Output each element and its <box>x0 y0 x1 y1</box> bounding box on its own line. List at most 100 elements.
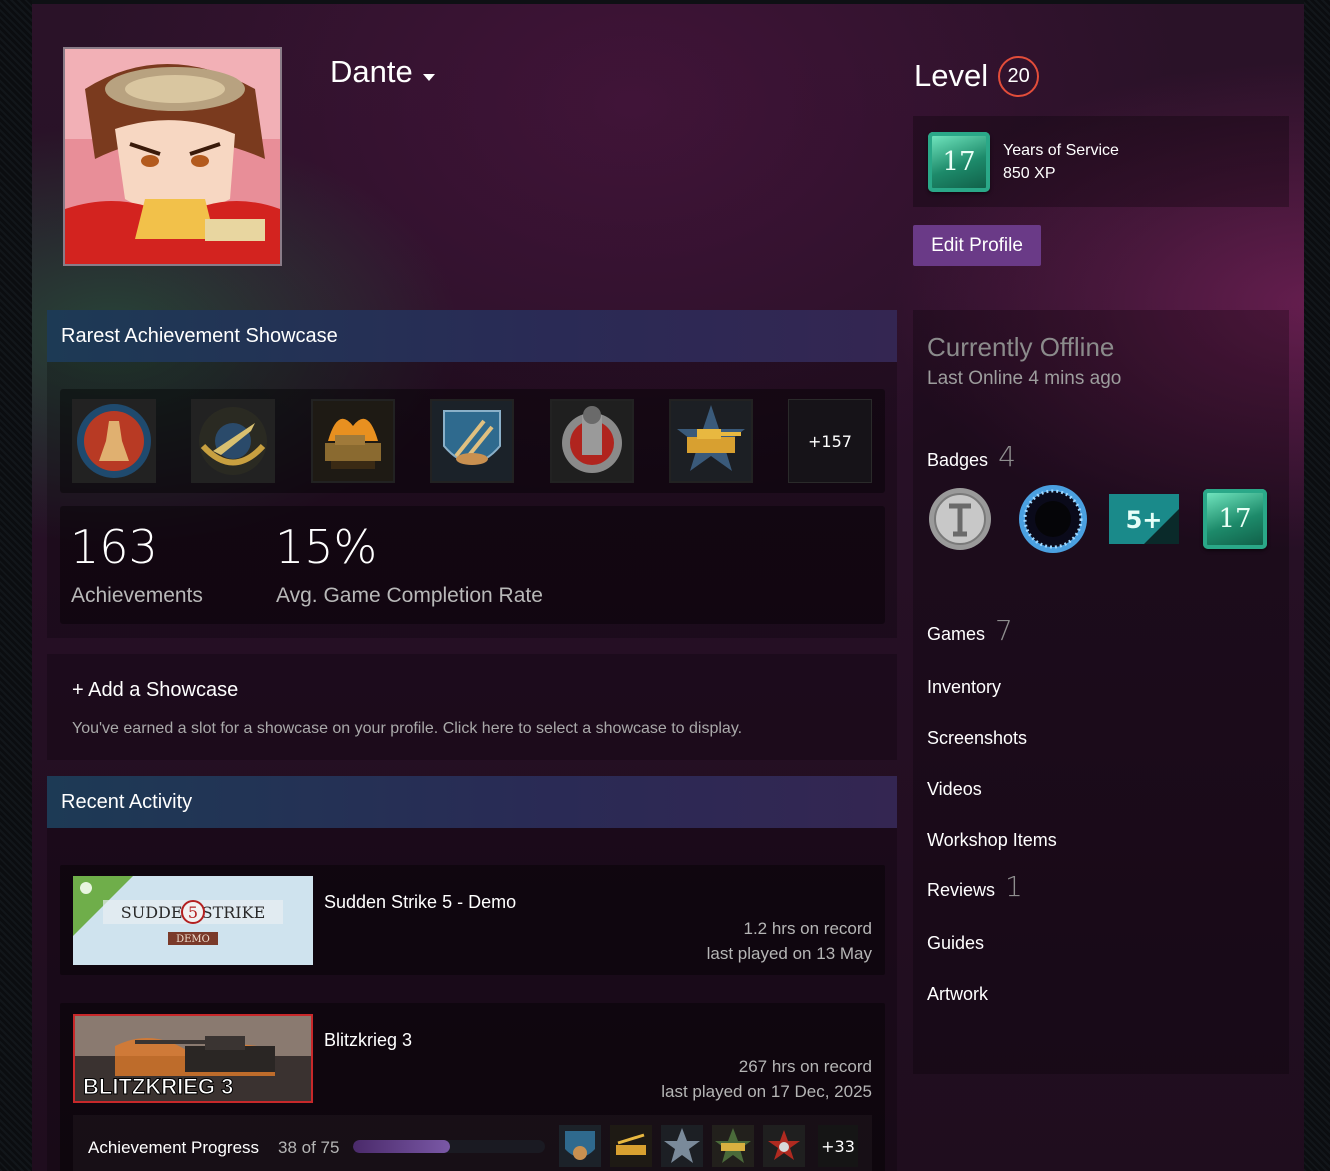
achievement-icon[interactable] <box>610 1125 652 1167</box>
gold-tank-achievement-icon <box>610 1125 652 1167</box>
background-texture-left <box>0 0 32 1171</box>
burning-tank-icon <box>313 401 393 481</box>
background-texture-right <box>1304 0 1330 1171</box>
achievement-icon[interactable] <box>763 1125 805 1167</box>
achievement-progress[interactable]: Achievement Progress 38 of 75 +33 <box>73 1115 872 1171</box>
badge-info: Years of Service 850 XP <box>1003 139 1119 185</box>
achievement-icon[interactable] <box>550 399 634 483</box>
reviews-count: 1 <box>1005 870 1023 903</box>
game-hours: 1.2 hrs on record <box>743 919 872 938</box>
badge-item[interactable]: 5+ <box>1109 494 1179 544</box>
more-achievements-button[interactable]: +157 <box>788 399 872 483</box>
achievement-icon[interactable] <box>430 399 514 483</box>
avatar-image <box>65 49 280 264</box>
sudden-strike-capsule-image: SUDDEN STRIKE 5 DEMO <box>73 876 313 965</box>
profile-page: Dante Level 20 17 Years of Service 850 X… <box>32 4 1304 1171</box>
badge-number: 17 <box>1218 504 1252 534</box>
achievement-icon[interactable] <box>712 1125 754 1167</box>
achievement-icon[interactable] <box>311 399 395 483</box>
level-number: 20 <box>998 56 1040 97</box>
plane-wreath-icon <box>199 407 267 475</box>
years-of-service-badge-icon: 17 <box>928 131 990 192</box>
blitzkrieg-capsule-image: BLITZKRIEG 3 <box>75 1016 311 1101</box>
reviews-link[interactable]: Reviews 1 <box>927 870 1023 903</box>
recent-activity: Recent Activity SUDDEN STRIKE 5 DEMO Sud… <box>47 776 897 1171</box>
rarest-achievement-showcase: Rarest Achievement Showcase +157 163 Ach… <box>47 310 897 638</box>
add-showcase-panel[interactable]: + Add a Showcase You've earned a slot fo… <box>47 654 897 760</box>
capsule-number: 5 <box>188 903 198 922</box>
game-name[interactable]: Blitzkrieg 3 <box>324 1030 412 1051</box>
shield-achievement-icon <box>559 1125 601 1167</box>
game-capsule[interactable]: BLITZKRIEG 3 <box>73 1014 313 1103</box>
game-name[interactable]: Sudden Strike 5 - Demo <box>324 892 516 913</box>
tank-star-achievement-icon <box>712 1125 754 1167</box>
five-plus-text: 5+ <box>1126 506 1163 534</box>
recent-activity-title: Recent Activity <box>61 790 193 813</box>
guides-label: Guides <box>927 933 985 953</box>
badge-item[interactable] <box>927 486 993 552</box>
inventory-label: Inventory <box>927 677 1002 697</box>
soldier-medal-icon <box>77 404 151 478</box>
badge-item[interactable]: 17 <box>1203 489 1267 549</box>
achievement-icon[interactable] <box>72 399 156 483</box>
five-plus-badge-icon: 5+ <box>1126 506 1179 544</box>
achievement-progress-count: 38 of 75 <box>278 1138 340 1157</box>
edit-profile-button[interactable]: Edit Profile <box>913 225 1041 266</box>
showcase-header: Rarest Achievement Showcase <box>47 310 897 362</box>
silver-star-achievement-icon <box>661 1125 703 1167</box>
achievement-icon[interactable] <box>191 399 275 483</box>
screenshots-link[interactable]: Screenshots <box>927 728 1027 749</box>
badge-title: Years of Service <box>1003 141 1119 159</box>
game-hours: 267 hrs on record <box>738 1057 872 1076</box>
games-link[interactable]: Games 7 <box>927 614 1013 647</box>
achievements-count: 163 <box>70 520 158 574</box>
game-last-played: last played on 13 May <box>706 944 872 963</box>
online-status: Currently Offline <box>927 332 1115 362</box>
achievement-progress-fill <box>353 1140 451 1153</box>
last-online: Last Online 4 mins ago <box>927 368 1122 389</box>
badges-count: 4 <box>998 440 1016 473</box>
achievement-stats: 163 Achievements 15% Avg. Game Completio… <box>60 506 885 624</box>
achievement-icon[interactable] <box>559 1125 601 1167</box>
capsule-subtitle: DEMO <box>176 934 210 945</box>
achievement-progress-label: Achievement Progress <box>88 1138 260 1157</box>
more-achievements-button[interactable]: +33 <box>818 1125 858 1167</box>
badges-label: Badges <box>927 450 989 470</box>
completion-rate-label: Avg. Game Completion Rate <box>276 584 543 607</box>
achievement-icon[interactable] <box>669 399 753 483</box>
soldier-emblem-icon <box>552 401 632 481</box>
avatar[interactable] <box>63 47 282 266</box>
years-of-service-badge-icon: 17 <box>1203 489 1267 549</box>
persona-name-dropdown[interactable]: Dante <box>330 54 435 90</box>
badges-link[interactable]: Badges 4 <box>927 440 1016 473</box>
recent-game-row: BLITZKRIEG 3 Blitzkrieg 3 267 hrs on rec… <box>60 1003 885 1171</box>
badge-xp: 850 XP <box>1003 164 1056 182</box>
achievement-progress-bar <box>353 1140 545 1153</box>
guides-link[interactable]: Guides <box>927 933 984 954</box>
workshop-items-link[interactable]: Workshop Items <box>927 830 1057 851</box>
achievement-strip: +157 <box>60 389 885 493</box>
badge-item[interactable] <box>1017 483 1089 555</box>
badge-number: 17 <box>942 146 976 177</box>
artillery-shield-icon <box>432 401 512 481</box>
videos-link[interactable]: Videos <box>927 779 982 800</box>
recent-activity-header: Recent Activity <box>47 776 897 828</box>
recent-game-row: SUDDEN STRIKE 5 DEMO Sudden Strike 5 - D… <box>60 865 885 975</box>
red-star-achievement-icon <box>763 1125 805 1167</box>
artwork-link[interactable]: Artwork <box>927 984 988 1005</box>
capsule-title: BLITZKRIEG 3 <box>83 1074 233 1099</box>
inventory-link[interactable]: Inventory <box>927 677 1001 698</box>
favorite-badge[interactable]: 17 Years of Service 850 XP <box>913 116 1289 207</box>
games-label: Games <box>927 624 986 644</box>
profile-level: Level 20 <box>914 54 1040 97</box>
reviews-label: Reviews <box>927 880 996 900</box>
chevron-down-icon <box>422 73 435 81</box>
artwork-label: Artwork <box>927 984 989 1004</box>
add-showcase-description: You've earned a slot for a showcase on y… <box>72 720 743 737</box>
achievement-icon[interactable] <box>661 1125 703 1167</box>
profile-sidebar: Currently Offline Last Online 4 mins ago… <box>913 310 1289 1074</box>
add-showcase-title: + Add a Showcase <box>72 679 239 701</box>
blue-burst-badge-icon <box>1019 485 1087 553</box>
game-capsule[interactable]: SUDDEN STRIKE 5 DEMO <box>73 876 313 965</box>
completion-rate: 15% <box>275 520 378 574</box>
